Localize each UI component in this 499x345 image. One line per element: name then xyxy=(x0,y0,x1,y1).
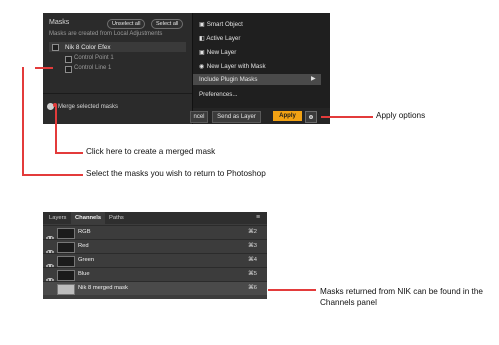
mask-group-checkbox[interactable] xyxy=(52,44,59,51)
channel-shortcut: ⌘6 xyxy=(248,285,258,291)
menu-item-smart-object[interactable]: ▣ Smart Object xyxy=(199,21,243,28)
channel-label: Green xyxy=(78,257,95,263)
select-masks-callout-text: Select the masks you wish to return to P… xyxy=(86,169,266,178)
mask-item-label: Control Line 1 xyxy=(74,65,112,71)
channels-callout-line-2: Channels panel xyxy=(320,298,377,307)
tab-layers[interactable]: Layers xyxy=(45,212,70,224)
channel-thumbnail xyxy=(57,228,75,239)
channels-callout-line xyxy=(268,289,316,291)
submenu-arrow-icon: ▶ xyxy=(311,76,316,82)
masks-panel: Masks Unselect all Select all Masks are … xyxy=(43,13,193,124)
channel-row[interactable]: Blue ⌘5 xyxy=(43,267,267,282)
channel-row[interactable]: Green ⌘4 xyxy=(43,253,267,268)
menu-item-include-plugin-masks[interactable]: Include Plugin Masks ▶ xyxy=(193,74,321,85)
channel-shortcut: ⌘4 xyxy=(248,257,258,263)
apply-button[interactable]: Apply xyxy=(273,111,302,121)
merge-callout-horizontal-line xyxy=(55,152,83,154)
send-as-layer-button[interactable]: Send as Layer xyxy=(212,111,261,123)
select-masks-callout-top-line xyxy=(35,67,53,69)
new-layer-icon: ▣ xyxy=(199,49,205,56)
channel-label: Nik 8 merged mask xyxy=(78,285,128,291)
channel-thumbnail xyxy=(57,256,75,267)
channel-thumbnail xyxy=(57,270,75,281)
select-all-button[interactable]: Select all xyxy=(151,19,184,29)
menu-item-new-layer[interactable]: ▣ New Layer xyxy=(199,49,236,56)
include-plugin-masks-label: Include Plugin Masks xyxy=(199,76,258,83)
hamburger-menu-icon[interactable]: ≡ xyxy=(256,212,260,224)
channel-label: Red xyxy=(78,243,89,249)
cancel-button[interactable]: ncel xyxy=(190,111,208,123)
mask-item-checkbox[interactable] xyxy=(65,66,72,73)
channels-panel: Layers Channels Paths ≡ RGB ⌘2 Red ⌘3 Gr… xyxy=(43,212,267,299)
select-masks-callout-vertical-line xyxy=(22,67,24,176)
mask-item-label: Control Point 1 xyxy=(74,55,114,61)
apply-options-button[interactable] xyxy=(305,111,317,123)
mask-item-row[interactable]: Control Point 1 xyxy=(49,54,186,63)
channel-thumbnail xyxy=(57,242,75,253)
channels-callout-line-1: Masks returned from NIK can be found in … xyxy=(320,287,483,296)
unselect-all-button[interactable]: Unselect all xyxy=(107,19,146,29)
gear-icon xyxy=(309,115,313,119)
channel-shortcut: ⌘2 xyxy=(248,229,258,235)
channel-row[interactable]: RGB ⌘2 xyxy=(43,225,267,240)
menu-item-active-layer[interactable]: ◧ Active Layer xyxy=(199,35,240,42)
merge-callout-text: Click here to create a merged mask xyxy=(86,147,216,156)
channel-thumbnail xyxy=(57,284,75,295)
apply-options-callout-text: Apply options xyxy=(376,111,426,120)
masks-divider xyxy=(43,93,192,94)
menu-item-preferences[interactable]: Preferences... xyxy=(199,91,238,98)
mask-item-checkbox[interactable] xyxy=(65,56,72,63)
masks-title: Masks xyxy=(49,19,70,26)
channel-shortcut: ⌘5 xyxy=(248,271,258,277)
select-masks-callout-horizontal-line xyxy=(22,174,83,176)
mask-item-row[interactable]: Control Line 1 xyxy=(49,64,186,73)
tab-paths[interactable]: Paths xyxy=(105,212,128,224)
channels-callout-text: Masks returned from NIK can be found in … xyxy=(320,286,483,308)
menu-item-new-layer-with-mask[interactable]: ◉ New Layer with Mask xyxy=(199,63,266,70)
smart-object-icon: ▣ xyxy=(199,21,205,28)
channel-row[interactable]: Red ⌘3 xyxy=(43,239,267,254)
tab-channels[interactable]: Channels xyxy=(71,212,106,224)
merge-selected-label: Merge selected masks xyxy=(58,104,119,110)
channel-label: RGB xyxy=(78,229,91,235)
merge-callout-vertical-line xyxy=(55,105,57,154)
mask-group-label: Nik 8 Color Efex xyxy=(65,44,111,51)
plugin-apply-menu: ▣ Smart Object ◧ Active Layer ▣ New Laye… xyxy=(190,13,330,124)
apply-options-callout-line xyxy=(321,116,373,118)
mask-group-row[interactable]: Nik 8 Color Efex xyxy=(49,42,186,52)
channel-row-nik-mask[interactable]: Nik 8 merged mask ⌘6 xyxy=(43,281,267,295)
active-layer-icon: ◧ xyxy=(199,35,205,42)
channel-shortcut: ⌘3 xyxy=(248,243,258,249)
masks-subtitle: Masks are created from Local Adjustments xyxy=(49,31,163,37)
new-layer-with-mask-icon: ◉ xyxy=(199,63,205,70)
channel-label: Blue xyxy=(78,271,90,277)
